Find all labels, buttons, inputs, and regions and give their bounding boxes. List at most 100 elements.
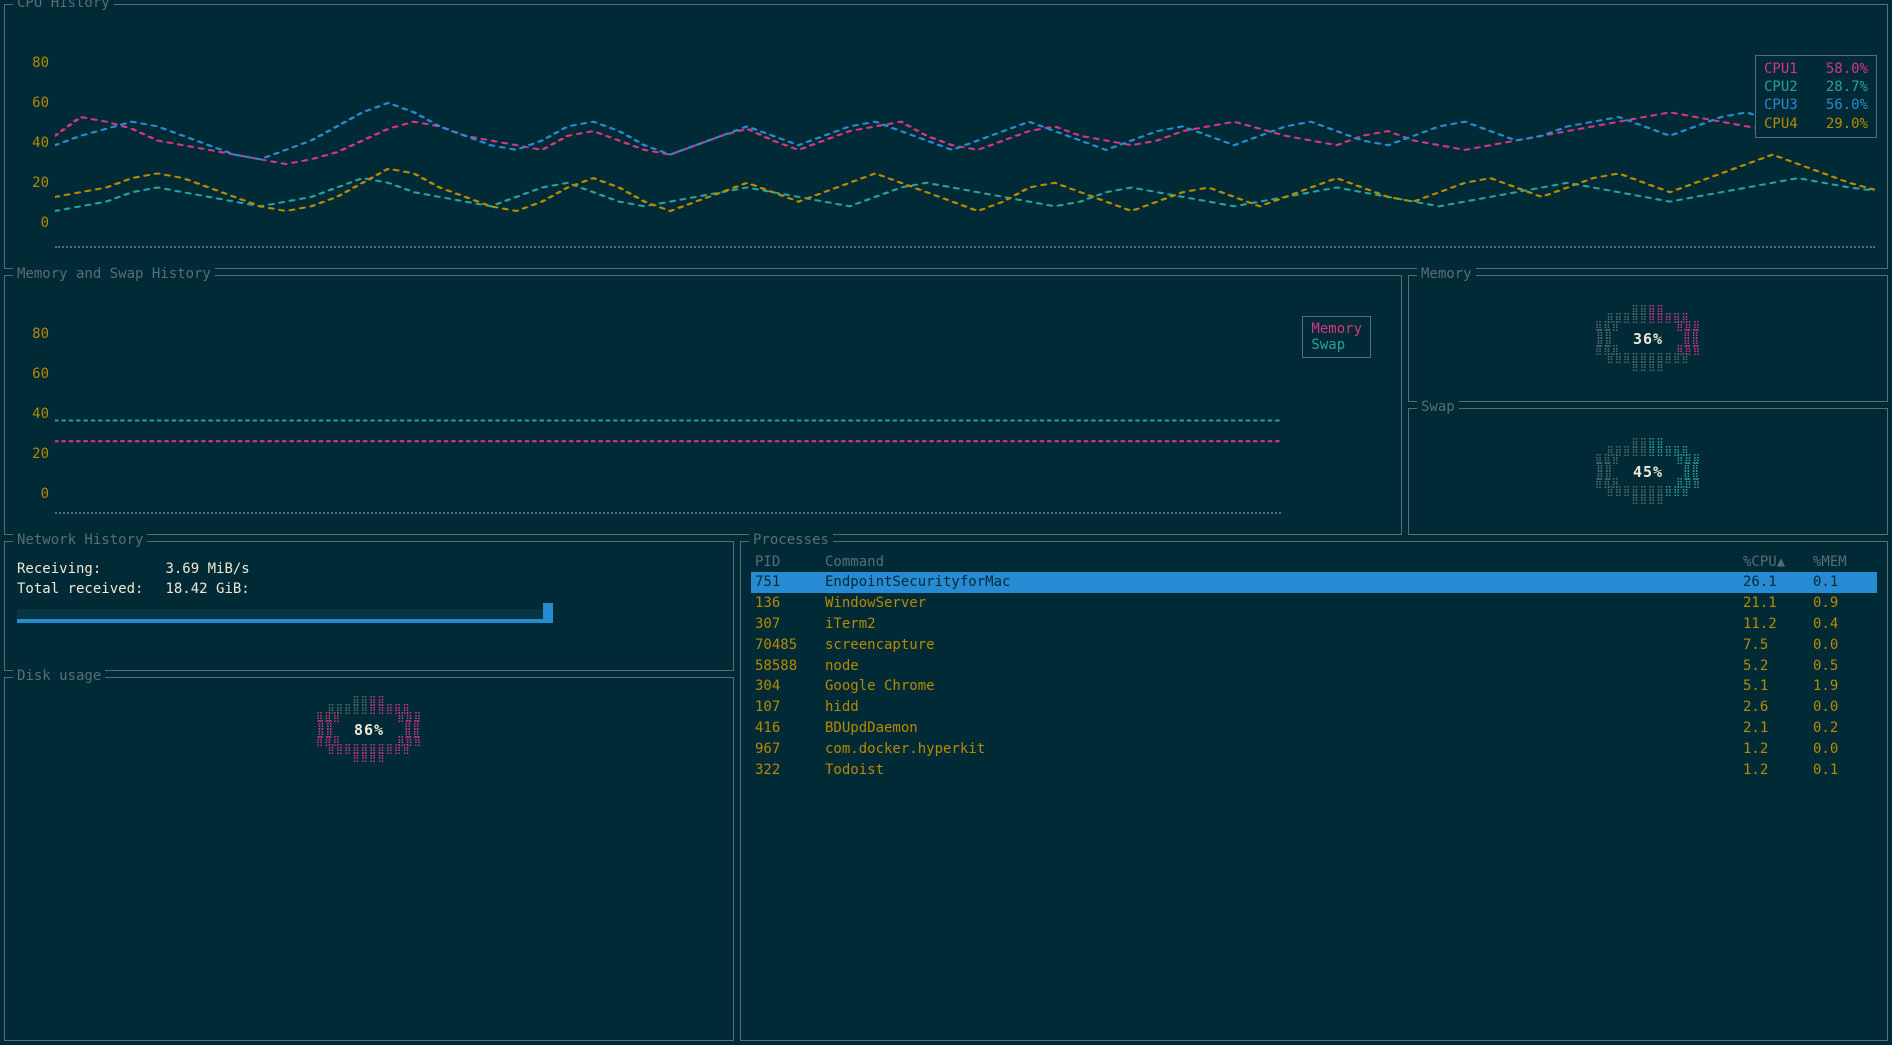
process-row[interactable]: 58588node5.20.5 (751, 656, 1877, 677)
y-tick: 0 (41, 486, 49, 502)
processes-header-mem[interactable]: %MEM (1813, 554, 1873, 570)
process-cpu: 5.2 (1743, 657, 1813, 676)
process-row[interactable]: 136WindowServer21.10.9 (751, 593, 1877, 614)
swap-gauge: ⣿⣿⣿⣿ ⣿⣿⣿⣿⣿⣿⣿⣿⣿⣿ ⣿⣿⣿ ⣿⣿⣿ ⣿⣿ ⣿⣿ ⣿⣿ ⣿⣿ ⣿⣿⣿ … (1585, 440, 1710, 504)
process-pid: 58588 (755, 657, 825, 676)
cpu-legend-value: 58.0% (1818, 60, 1868, 78)
processes-header[interactable]: PID Command %CPU▲ %MEM (751, 552, 1877, 572)
processes-panel: Processes PID Command %CPU▲ %MEM 751Endp… (740, 541, 1888, 1041)
gauge-value: 86% (354, 726, 384, 734)
y-tick: 20 (32, 446, 49, 462)
cpu-legend-name: CPU2 (1764, 78, 1808, 96)
process-row[interactable]: 416BDUpdDaemon2.10.2 (751, 718, 1877, 739)
process-row[interactable]: 70485screencapture7.50.0 (751, 635, 1877, 656)
gauge-value: 45% (1633, 468, 1663, 476)
network-total-label: Total received: (17, 580, 157, 600)
process-command: Todoist (825, 761, 1743, 780)
disk-usage-panel: Disk usage ⣿⣿⣿⣿ ⣿⣿⣿⣿⣿⣿⣿⣿⣿⣿ ⣿⣿⣿ ⣿⣿⣿ ⣿⣿ ⣿⣿… (4, 677, 734, 1041)
cpu-chart-svg (55, 23, 1875, 258)
series-CPU3 (55, 103, 1875, 159)
y-tick: 80 (32, 55, 49, 71)
cpu-history-panel: CPU History 806040200 CPU158.0%CPU228.7%… (4, 4, 1888, 269)
mem-legend-row: Memory (1311, 321, 1362, 337)
processes-header-cmd[interactable]: Command (825, 554, 1743, 570)
cpu-legend-value: 29.0% (1818, 115, 1868, 133)
process-row[interactable]: 967com.docker.hyperkit1.20.0 (751, 739, 1877, 760)
process-mem: 0.1 (1813, 761, 1873, 780)
network-total-line: Total received: 18.42 GiB: (17, 580, 721, 600)
process-pid: 304 (755, 677, 825, 696)
process-mem: 0.9 (1813, 594, 1873, 613)
cpu-legend-name: CPU4 (1764, 115, 1808, 133)
cpu-legend-value: 28.7% (1818, 78, 1868, 96)
process-row[interactable]: 304Google Chrome5.11.9 (751, 676, 1877, 697)
cpu-baseline (55, 246, 1875, 248)
process-command: EndpointSecurityforMac (825, 573, 1743, 592)
processes-header-pid[interactable]: PID (755, 554, 825, 570)
network-total-value: 18.42 GiB: (165, 581, 249, 597)
process-pid: 967 (755, 740, 825, 759)
process-command: hidd (825, 698, 1743, 717)
process-pid: 751 (755, 573, 825, 592)
process-mem: 0.0 (1813, 636, 1873, 655)
cpu-legend: CPU1 58.0% CPU2 28.7%CPU356.0%CPU4 29.0% (1755, 55, 1877, 138)
process-cpu: 21.1 (1743, 594, 1813, 613)
process-pid: 416 (755, 719, 825, 738)
process-pid: 307 (755, 615, 825, 634)
process-row[interactable]: 107hidd2.60.0 (751, 697, 1877, 718)
memory-history-title: Memory and Swap History (13, 266, 215, 282)
cpu-legend-name: CPU1 (1764, 60, 1808, 78)
y-tick: 60 (32, 366, 49, 382)
y-tick: 40 (32, 406, 49, 422)
process-command: Google Chrome (825, 677, 1743, 696)
y-tick: 0 (41, 215, 49, 231)
process-row[interactable]: 322Todoist1.20.1 (751, 760, 1877, 781)
disk-usage-title: Disk usage (13, 668, 105, 684)
network-receiving-line: Receiving: 3.69 MiB/s (17, 560, 721, 580)
process-cpu: 26.1 (1743, 573, 1813, 592)
gauge-value: 36% (1633, 335, 1663, 343)
y-tick: 20 (32, 175, 49, 191)
processes-title: Processes (749, 532, 833, 548)
cpu-legend-row: CPU2 28.7% (1764, 78, 1868, 96)
process-cpu: 2.6 (1743, 698, 1813, 717)
process-cpu: 1.2 (1743, 761, 1813, 780)
cpu-history-title: CPU History (13, 0, 114, 11)
process-mem: 0.0 (1813, 740, 1873, 759)
process-mem: 0.5 (1813, 657, 1873, 676)
mem-baseline (55, 512, 1281, 514)
memory-gauge-title: Memory (1417, 266, 1476, 282)
series-CPU4 (55, 155, 1875, 211)
process-mem: 1.9 (1813, 677, 1873, 696)
mem-chart-area (55, 294, 1281, 524)
swap-gauge-title: Swap (1417, 399, 1459, 415)
processes-header-cpu[interactable]: %CPU▲ (1743, 554, 1813, 570)
network-bar (17, 609, 547, 623)
process-command: node (825, 657, 1743, 676)
cpu-legend-value: 56.0% (1818, 96, 1868, 114)
process-mem: 0.4 (1813, 615, 1873, 634)
process-cpu: 2.1 (1743, 719, 1813, 738)
process-row[interactable]: 307iTerm211.20.4 (751, 614, 1877, 635)
process-pid: 107 (755, 698, 825, 717)
cpu-legend-row: CPU1 58.0% (1764, 60, 1868, 78)
disk-gauge: ⣿⣿⣿⣿ ⣿⣿⣿⣿⣿⣿⣿⣿⣿⣿ ⣿⣿⣿ ⣿⣿⣿ ⣿⣿ ⣿⣿ ⣿⣿ ⣿⣿ ⣿⣿⣿ … (306, 698, 431, 762)
process-cpu: 1.2 (1743, 740, 1813, 759)
mem-legend-row: Swap (1311, 337, 1362, 353)
process-row[interactable]: 751EndpointSecurityforMac26.10.1 (751, 572, 1877, 593)
process-command: screencapture (825, 636, 1743, 655)
y-tick: 60 (32, 95, 49, 111)
y-tick: 80 (32, 326, 49, 342)
memory-gauge: ⣿⣿⣿⣿ ⣿⣿⣿⣿⣿⣿⣿⣿⣿⣿ ⣿⣿⣿ ⣿⣿⣿ ⣿⣿ ⣿⣿ ⣿⣿ ⣿⣿ ⣿⣿⣿ … (1585, 307, 1710, 371)
mem-legend: MemorySwap (1302, 316, 1371, 358)
network-receiving-label: Receiving: (17, 560, 157, 580)
network-receiving-value: 3.69 MiB/s (165, 561, 249, 577)
mem-chart-svg (55, 294, 1281, 524)
network-history-title: Network History (13, 532, 147, 548)
process-mem: 0.2 (1813, 719, 1873, 738)
process-command: com.docker.hyperkit (825, 740, 1743, 759)
swap-gauge-panel: Swap ⣿⣿⣿⣿ ⣿⣿⣿⣿⣿⣿⣿⣿⣿⣿ ⣿⣿⣿ ⣿⣿⣿ ⣿⣿ ⣿⣿ ⣿⣿ ⣿⣿… (1408, 408, 1888, 535)
cpu-legend-row: CPU356.0% (1764, 96, 1868, 114)
processes-body: 751EndpointSecurityforMac26.10.1136Windo… (751, 572, 1877, 781)
process-cpu: 7.5 (1743, 636, 1813, 655)
